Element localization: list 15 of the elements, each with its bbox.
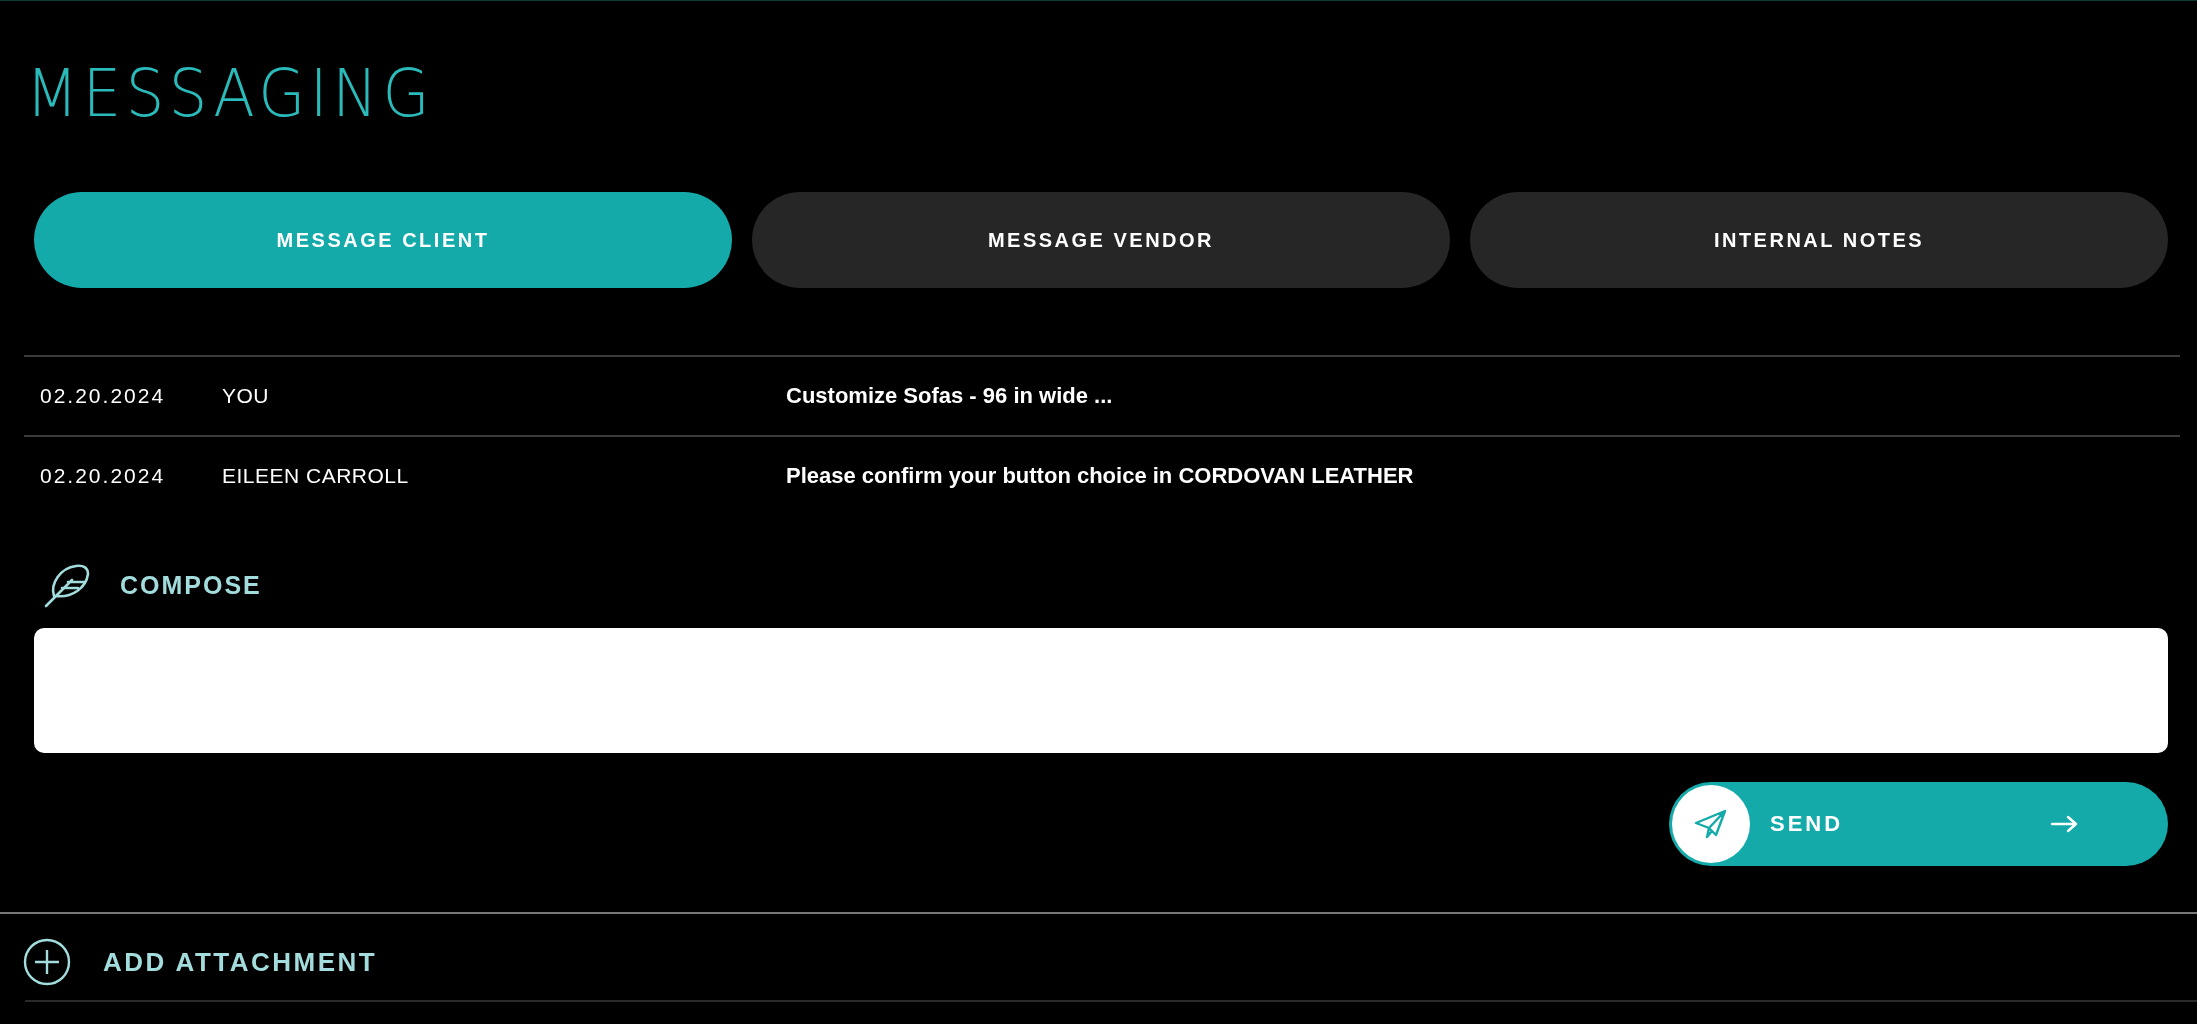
message-subject[interactable]: Customize Sofas - 96 in wide ... [786,383,1113,409]
message-date: 02.20.2024 [39,384,167,408]
message-sender: EILEEN CARROLL [222,464,410,488]
plus-circle-icon[interactable] [23,938,71,986]
message-sender: YOU [222,384,270,408]
message-subject[interactable]: Please confirm your button choice in CORDOVAN LEATHER [786,463,1414,489]
add-attachment-link[interactable]: ADD ATTACHMENT [103,946,378,978]
message-input-field[interactable] [34,628,2168,753]
tab[interactable]: INTERNAL NOTES [1470,192,2168,288]
page-title: MESSAGING [24,54,436,129]
compose-label: COMPOSE [120,570,262,600]
tab[interactable]: MESSAGE VENDOR [752,192,1450,288]
paper-plane-icon [1694,809,1728,839]
message-date: 02.20.2024 [39,464,167,488]
arrow-icon [2050,815,2078,833]
